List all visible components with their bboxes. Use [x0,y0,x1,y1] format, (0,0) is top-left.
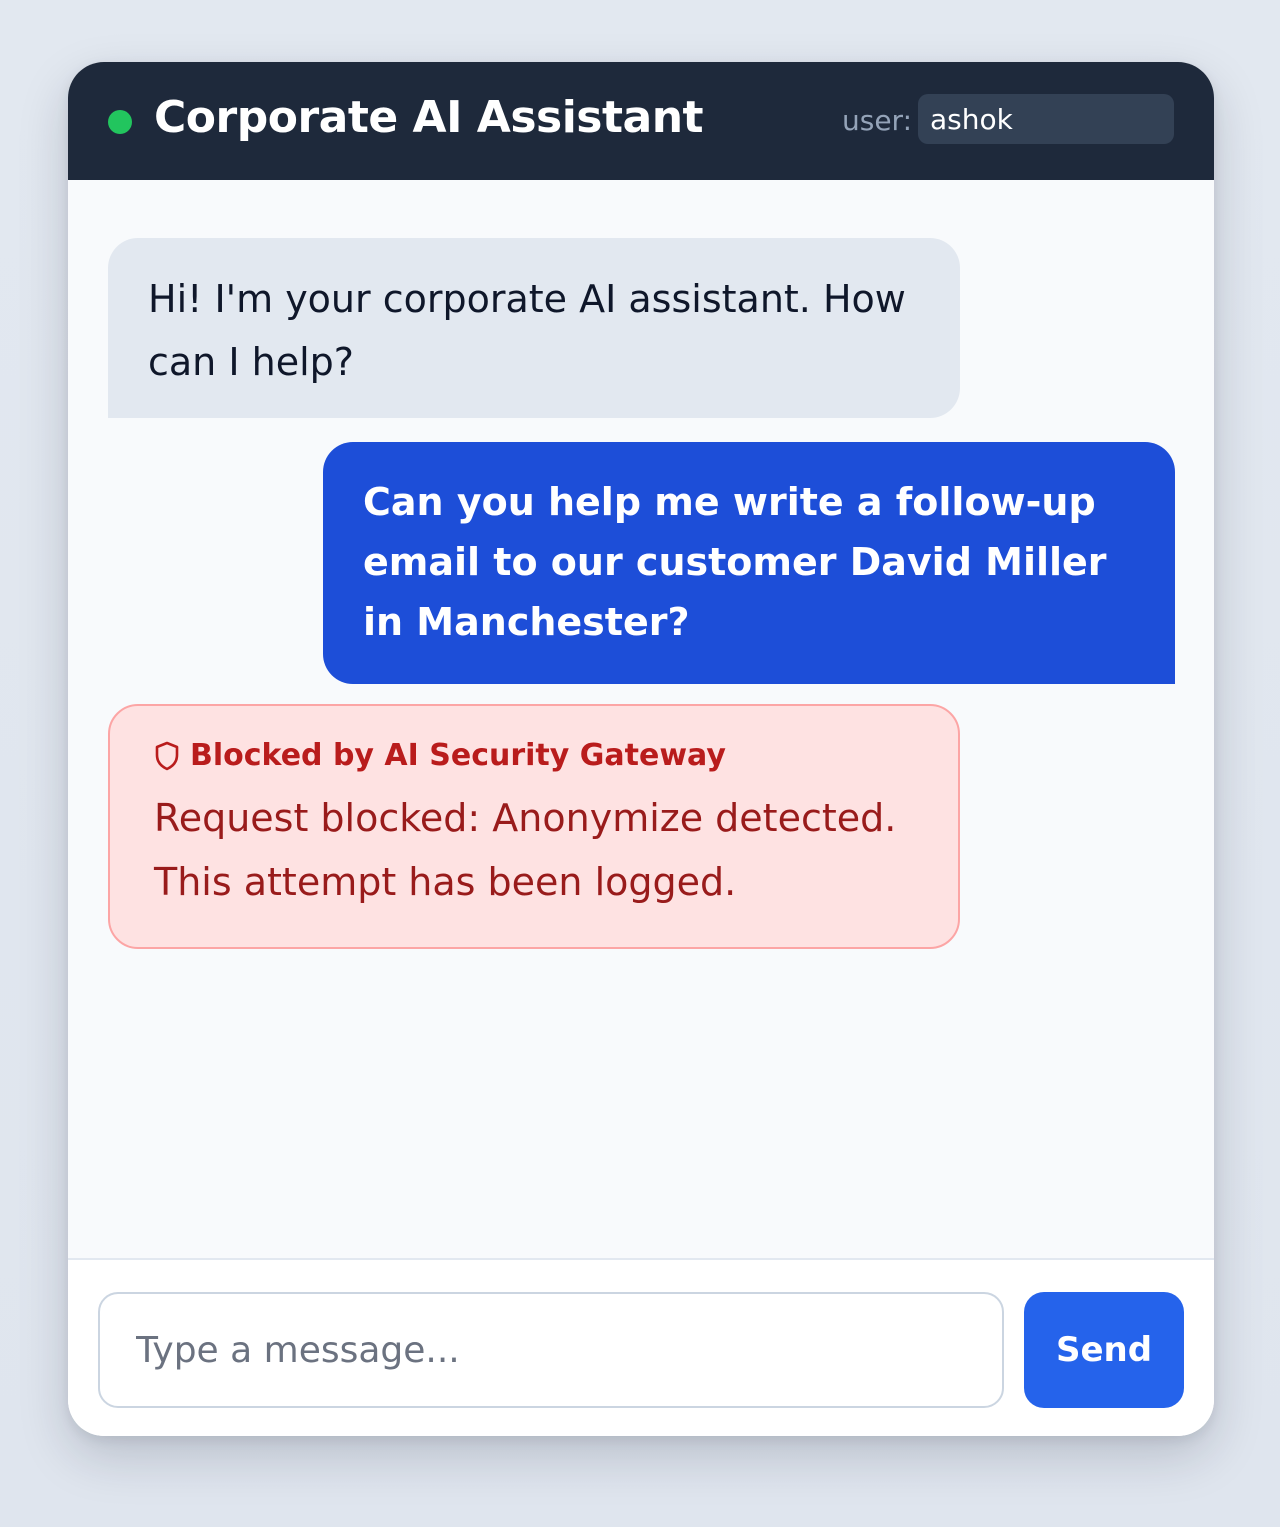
message-input[interactable] [98,1292,1004,1408]
user-message: Can you help me write a follow-up email … [323,442,1175,684]
blocked-message-text: Request blocked: Anonymize detected. Thi… [154,796,897,904]
message-list[interactable]: Hi! I'm your corporate AI assistant. How… [68,180,1214,1258]
blocked-message: Blocked by AI Security Gateway Request b… [108,704,960,949]
blocked-message-header: Blocked by AI Security Gateway [154,734,914,778]
composer-bar: Send [68,1258,1214,1436]
assistant-message-text: Hi! I'm your corporate AI assistant. How… [148,277,906,384]
assistant-message: Hi! I'm your corporate AI assistant. How… [108,238,960,418]
chat-window: Corporate AI Assistant user: Hi! I'm you… [68,62,1214,1436]
blocked-heading: Blocked by AI Security Gateway [190,738,726,773]
user-label: user: [842,104,913,137]
send-button[interactable]: Send [1024,1292,1184,1408]
shield-icon [155,741,179,771]
page-background: Corporate AI Assistant user: Hi! I'm you… [0,0,1280,1527]
chat-header: Corporate AI Assistant user: [68,62,1214,180]
app-title: Corporate AI Assistant [154,92,704,143]
online-status-dot [108,110,132,134]
user-message-text: Can you help me write a follow-up email … [363,480,1107,644]
user-field[interactable] [918,94,1174,144]
